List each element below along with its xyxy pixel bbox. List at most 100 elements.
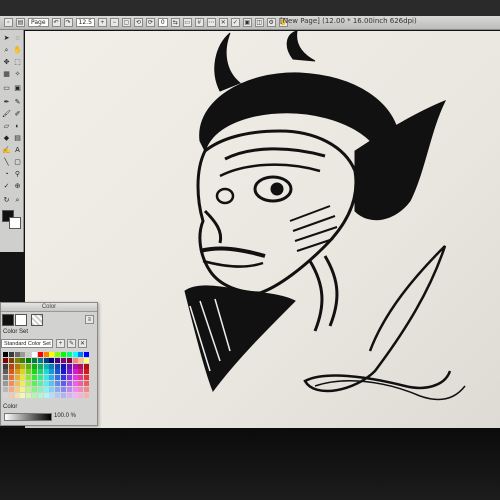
- color-swatch[interactable]: [14, 369, 20, 375]
- new-icon[interactable]: ▫: [4, 18, 13, 27]
- color-swatch[interactable]: [66, 352, 72, 357]
- transform-icon[interactable]: ✕: [218, 18, 228, 27]
- snap-icon[interactable]: ⋯: [206, 18, 216, 27]
- blend-icon[interactable]: ◐: [13, 122, 22, 131]
- correction-icon[interactable]: ✓: [2, 182, 11, 191]
- color-swatch[interactable]: [84, 363, 90, 369]
- color-swatch[interactable]: [49, 392, 55, 398]
- color-swatch[interactable]: [3, 369, 8, 375]
- color-swatch[interactable]: [66, 381, 72, 386]
- color-swatch[interactable]: [78, 369, 84, 375]
- color-swatch[interactable]: [32, 357, 37, 363]
- color-swatch[interactable]: [26, 357, 32, 363]
- color-swatch[interactable]: [61, 392, 66, 398]
- color-swatch[interactable]: [8, 375, 14, 381]
- color-swatch[interactable]: [26, 363, 32, 369]
- color-swatch[interactable]: [37, 386, 43, 392]
- color-swatch[interactable]: [43, 375, 49, 381]
- color-swatch[interactable]: [8, 352, 14, 357]
- panel-sub-color[interactable]: [15, 314, 27, 326]
- ruler-tool-icon[interactable]: ▭: [2, 84, 11, 93]
- color-swatch[interactable]: [8, 392, 14, 398]
- color-swatch[interactable]: [43, 386, 49, 392]
- color-swatch[interactable]: [37, 381, 43, 386]
- color-swatch[interactable]: [72, 375, 78, 381]
- fit-icon[interactable]: ▢: [121, 18, 131, 27]
- color-swatch[interactable]: [84, 369, 90, 375]
- page-icon[interactable]: ▤: [16, 18, 25, 27]
- color-swatch[interactable]: [20, 369, 26, 375]
- color-swatch[interactable]: [32, 381, 37, 386]
- layer-move-icon[interactable]: ▦: [2, 70, 11, 79]
- color-swatch[interactable]: [61, 381, 66, 386]
- color-swatch[interactable]: [20, 392, 26, 398]
- color-swatch[interactable]: [43, 352, 49, 357]
- color-swatch[interactable]: [49, 381, 55, 386]
- color-swatch[interactable]: [72, 357, 78, 363]
- color-swatch[interactable]: [66, 357, 72, 363]
- text-icon[interactable]: A: [13, 146, 22, 155]
- airbrush-icon[interactable]: ✐: [13, 110, 22, 119]
- color-swatch[interactable]: [8, 363, 14, 369]
- color-swatch[interactable]: [8, 357, 14, 363]
- color-swatch[interactable]: [61, 352, 66, 357]
- sub-color-swatch[interactable]: [9, 217, 21, 229]
- color-swatch[interactable]: [66, 386, 72, 392]
- color-swatch[interactable]: [55, 386, 61, 392]
- color-swatch[interactable]: [3, 375, 8, 381]
- color-swatch[interactable]: [43, 357, 49, 363]
- loupe-icon[interactable]: ⊕: [13, 182, 22, 191]
- color-swatch[interactable]: [49, 375, 55, 381]
- rotate-right-icon[interactable]: ⟳: [145, 18, 155, 27]
- color-swatch[interactable]: [72, 363, 78, 369]
- color-swatch[interactable]: [84, 392, 90, 398]
- gradient-icon[interactable]: ▤: [13, 134, 22, 143]
- color-swatch[interactable]: [49, 363, 55, 369]
- color-swatch[interactable]: [84, 381, 90, 386]
- color-swatch[interactable]: [49, 352, 55, 357]
- eraser-icon[interactable]: ▱: [2, 122, 11, 131]
- grid-icon[interactable]: #: [194, 18, 204, 27]
- color-swatch[interactable]: [43, 392, 49, 398]
- color-swatch[interactable]: [14, 352, 20, 357]
- lasso-icon[interactable]: ◌: [13, 34, 22, 43]
- zoom-icon[interactable]: ⌕: [13, 196, 22, 205]
- edit-color-icon[interactable]: ✎: [67, 339, 76, 348]
- color-swatch[interactable]: [84, 386, 90, 392]
- color-swatch[interactable]: [26, 392, 32, 398]
- color-swatch[interactable]: [32, 386, 37, 392]
- color-swatch[interactable]: [3, 392, 8, 398]
- color-swatch[interactable]: [66, 392, 72, 398]
- color-swatch[interactable]: [49, 386, 55, 392]
- color-swatch[interactable]: [61, 375, 66, 381]
- ruler-icon[interactable]: ▭: [182, 18, 192, 27]
- layer-icon[interactable]: ▣: [242, 18, 252, 27]
- color-swatch[interactable]: [55, 381, 61, 386]
- color-swatch[interactable]: [20, 381, 26, 386]
- color-swatch[interactable]: [26, 381, 32, 386]
- color-swatch[interactable]: [55, 375, 61, 381]
- color-swatch[interactable]: [78, 352, 84, 357]
- color-swatch[interactable]: [49, 369, 55, 375]
- color-swatch[interactable]: [14, 386, 20, 392]
- frame-icon[interactable]: ▣: [13, 84, 22, 93]
- color-swatch[interactable]: [14, 357, 20, 363]
- color-swatch[interactable]: [3, 381, 8, 386]
- line-icon[interactable]: ╲: [2, 158, 11, 167]
- color-swatch[interactable]: [3, 352, 8, 357]
- color-swatch[interactable]: [55, 352, 61, 357]
- fill-bucket-icon[interactable]: ◆: [2, 134, 11, 143]
- color-swatch[interactable]: [78, 392, 84, 398]
- color-swatch[interactable]: [26, 369, 32, 375]
- color-swatch[interactable]: [14, 381, 20, 386]
- color-swatch[interactable]: [20, 363, 26, 369]
- check-icon[interactable]: ✓: [230, 18, 240, 27]
- angle-field[interactable]: 0: [157, 18, 168, 27]
- color-swatch[interactable]: [26, 375, 32, 381]
- settings-icon[interactable]: ⚙: [266, 18, 276, 27]
- select-arrow-icon[interactable]: ➤: [2, 34, 11, 43]
- color-swatch[interactable]: [78, 363, 84, 369]
- hand-icon[interactable]: ✋: [13, 46, 22, 55]
- rectangle-icon[interactable]: ▢: [13, 158, 22, 167]
- balloon-icon[interactable]: ◔: [2, 170, 11, 179]
